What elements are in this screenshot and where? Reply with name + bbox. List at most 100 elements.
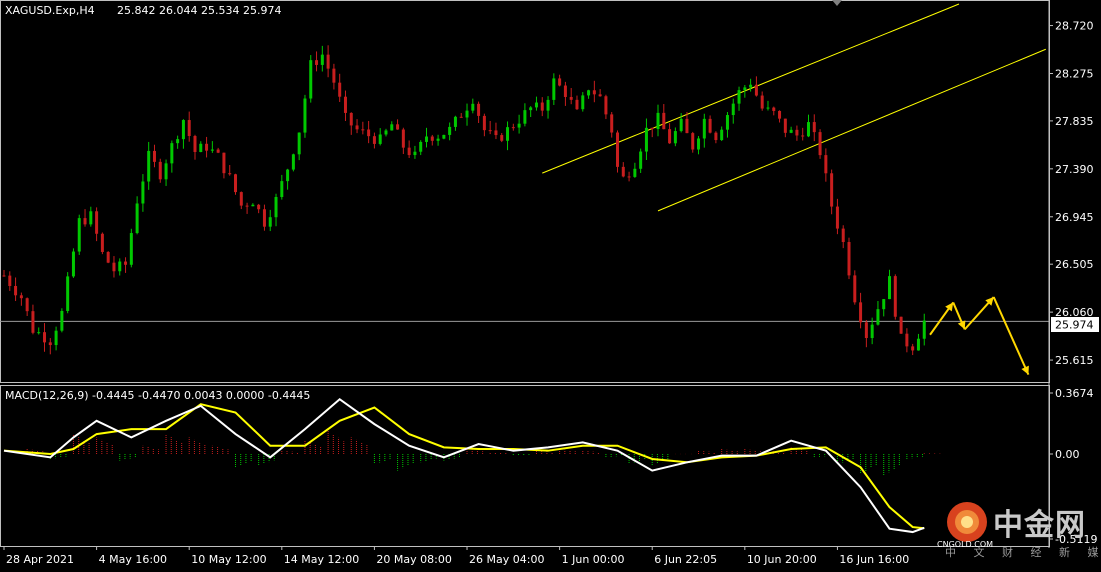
candle-body [812, 122, 816, 133]
watermark: 中金网 CNGOLD.COM 中 文 财 经 新 媒 体 [937, 500, 1101, 560]
projection-arrows[interactable] [929, 296, 1030, 376]
candle-body [332, 68, 336, 83]
candle-body [152, 150, 156, 162]
candle-body [245, 205, 249, 207]
time-tick-label: 4 May 16:00 [99, 553, 167, 566]
candle-body [407, 147, 411, 156]
candle-body [303, 98, 307, 133]
price-panel-border [0, 0, 1050, 383]
candle-body [847, 242, 851, 276]
trend-channel[interactable] [542, 3, 1046, 212]
candle-body [772, 107, 776, 111]
candle-body [361, 129, 365, 131]
candle-body [859, 302, 863, 323]
candle-body [343, 96, 347, 113]
time-tick-label: 6 Jun 22:05 [654, 553, 717, 566]
candle-body [262, 209, 266, 227]
candle-body [158, 161, 162, 180]
candle-body [911, 346, 915, 351]
candle-body [141, 181, 145, 204]
candle-body [708, 118, 712, 133]
time-tick-label: 28 Apr 2021 [6, 553, 74, 566]
candle-body [546, 99, 550, 111]
candle-body [691, 133, 695, 150]
price-tick-label: 27.835 [1055, 115, 1094, 128]
candle-body [552, 78, 556, 100]
candle-body [8, 275, 12, 286]
candle-body [882, 299, 886, 310]
candle-body [893, 276, 897, 317]
candle-body [494, 130, 498, 136]
candle-body [291, 154, 295, 170]
candle-body [124, 261, 128, 265]
candle-body [419, 141, 423, 152]
macd-main-line[interactable] [3, 397, 925, 534]
candle-body [251, 204, 255, 207]
candle-body [656, 112, 660, 129]
candle-body [465, 110, 469, 118]
candle-body [778, 110, 782, 119]
channel-lower-line[interactable] [657, 48, 1046, 212]
projection-segment[interactable] [992, 296, 1030, 376]
candle-body [2, 275, 6, 277]
candle-body [604, 96, 608, 115]
candle-body [442, 134, 446, 139]
candle-body [83, 218, 87, 225]
cngold-logo-icon [947, 502, 987, 542]
candle-body [916, 338, 920, 351]
time-tick-label: 1 Jun 00:00 [562, 553, 625, 566]
candle-body [106, 251, 110, 263]
candle-body [558, 78, 562, 86]
symbol-timeframe-label: XAGUSD.Exp,H4 [5, 4, 95, 17]
time-tick-label: 10 Jun 20:00 [747, 553, 817, 566]
candle-body [436, 138, 440, 141]
candle-body [587, 90, 591, 96]
price-panel[interactable] [0, 0, 1050, 383]
candle-body [43, 332, 47, 343]
candle-body [430, 136, 434, 141]
candle-body [401, 129, 405, 148]
candle-body [170, 143, 174, 164]
candle-body [25, 298, 29, 312]
candle-body [749, 84, 753, 88]
candle-body [783, 118, 787, 133]
candle-body [54, 330, 58, 346]
price-tick-label: 26.945 [1055, 211, 1094, 224]
candle-body [477, 103, 481, 116]
candle-body [471, 103, 475, 111]
candle-body [384, 130, 388, 135]
time-tick-label: 14 May 12:00 [284, 553, 359, 566]
candle-body [569, 96, 573, 100]
candle-body [766, 107, 770, 109]
macd-panel[interactable] [0, 385, 1050, 547]
candle-body [147, 150, 151, 182]
candle-body [789, 129, 793, 133]
candle-body [326, 54, 330, 69]
candle-body [824, 155, 828, 174]
candle-body [390, 124, 394, 131]
time-tick-label: 16 Jun 16:00 [839, 553, 909, 566]
candle-body [500, 135, 504, 141]
macd-signal-line[interactable] [3, 403, 925, 530]
axes: 28.72028.27527.83527.39026.94526.50526.0… [3, 0, 1097, 566]
candle-body [760, 95, 764, 109]
candle-body [31, 311, 35, 333]
candle-body [19, 295, 23, 299]
price-tick-label: 28.720 [1055, 20, 1094, 33]
candle-body [529, 107, 533, 111]
macd-panel-border [0, 385, 1050, 547]
candle-body [864, 322, 868, 339]
candle-body [679, 118, 683, 132]
candle-body [176, 139, 180, 144]
candle-body [610, 114, 614, 133]
candle-body [37, 332, 41, 334]
candle-body [216, 149, 220, 153]
candle-body [662, 112, 666, 130]
current-price-label: 25.974 [1055, 319, 1094, 332]
candle-body [257, 204, 261, 210]
candle-body [563, 85, 567, 97]
candle-body [372, 136, 376, 144]
candle-body [725, 115, 729, 130]
candle-body [650, 127, 654, 129]
candle-body [77, 218, 81, 252]
